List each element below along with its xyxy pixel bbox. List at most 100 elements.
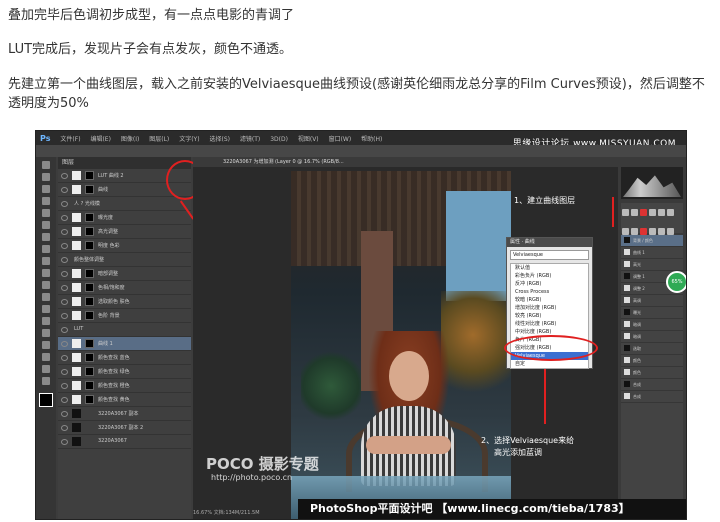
visibility-eye-icon[interactable] xyxy=(61,313,68,319)
layer-row[interactable]: 明度 色彩 xyxy=(58,239,191,253)
menu-select[interactable]: 选择(S) xyxy=(209,134,230,143)
visibility-eye-icon[interactable] xyxy=(61,299,68,305)
layer-row[interactable]: 色阶 背景 xyxy=(58,309,191,323)
visibility-eye-icon[interactable] xyxy=(61,257,68,263)
invert-icon[interactable] xyxy=(667,228,674,235)
layer-row[interactable]: 人 ? 光线模 xyxy=(58,197,191,211)
right-layer-row[interactable]: 颜色 xyxy=(621,367,683,379)
layer-mask[interactable] xyxy=(85,339,94,348)
menu-file[interactable]: 文件(F) xyxy=(60,134,80,143)
eyedropper-icon[interactable] xyxy=(42,221,50,229)
hue-icon[interactable] xyxy=(667,209,674,216)
curves-preset-item[interactable]: 彩色负片 (RGB) xyxy=(511,272,588,280)
layer-row[interactable]: 颜色查找 橙色 xyxy=(58,379,191,393)
visibility-eye-icon[interactable] xyxy=(61,271,68,277)
right-layer-row[interactable]: 高调 xyxy=(621,295,683,307)
visibility-eye-icon[interactable] xyxy=(61,397,68,403)
brush-tool-icon[interactable] xyxy=(42,245,50,253)
levels-icon[interactable] xyxy=(631,209,638,216)
balance-icon[interactable] xyxy=(622,228,629,235)
crop-tool-icon[interactable] xyxy=(42,209,50,217)
layer-row[interactable]: 3220A3067 xyxy=(58,435,191,449)
right-layer-row[interactable]: 背景 / 颜色 xyxy=(621,235,683,247)
right-layer-row[interactable]: 暗调 xyxy=(621,331,683,343)
visibility-eye-icon[interactable] xyxy=(61,229,68,235)
visibility-eye-icon[interactable] xyxy=(61,439,68,445)
curves-preset-item[interactable]: 增加对比度 (RGB) xyxy=(511,304,588,312)
vibrance-icon[interactable] xyxy=(658,209,665,216)
layer-row[interactable]: 高光调整 xyxy=(58,225,191,239)
visibility-eye-icon[interactable] xyxy=(61,425,68,431)
layer-mask[interactable] xyxy=(85,213,94,222)
bw-icon[interactable] xyxy=(631,228,638,235)
photo-filter-icon[interactable] xyxy=(640,228,647,235)
visibility-eye-icon[interactable] xyxy=(61,243,68,249)
layer-mask[interactable] xyxy=(85,367,94,376)
visibility-eye-icon[interactable] xyxy=(61,369,68,375)
layer-mask[interactable] xyxy=(85,171,94,180)
gradient-tool-icon[interactable] xyxy=(42,293,50,301)
layer-mask[interactable] xyxy=(85,381,94,390)
shape-tool-icon[interactable] xyxy=(42,353,50,361)
curves-preset-item[interactable]: 自定 xyxy=(511,360,588,368)
right-layer-row[interactable]: 曝光 xyxy=(621,307,683,319)
menu-window[interactable]: 窗口(W) xyxy=(329,134,352,143)
dodge-tool-icon[interactable] xyxy=(42,305,50,313)
right-layer-row[interactable]: 高光 xyxy=(621,259,683,271)
layer-row[interactable]: 颜色查找 蓝色 xyxy=(58,351,191,365)
visibility-eye-icon[interactable] xyxy=(61,215,68,221)
eraser-tool-icon[interactable] xyxy=(42,281,50,289)
layer-row[interactable]: 3220A3067 副本 xyxy=(58,407,191,421)
menu-help[interactable]: 帮助(H) xyxy=(361,134,382,143)
visibility-eye-icon[interactable] xyxy=(61,187,68,193)
type-tool-icon[interactable] xyxy=(42,329,50,337)
right-layer-row[interactable]: 选取 xyxy=(621,343,683,355)
layer-mask[interactable] xyxy=(85,269,94,278)
layer-row[interactable]: 3220A3067 副本 2 xyxy=(58,421,191,435)
document-tab[interactable]: 3220A3067 为增加测 (Layer 0 @ 16.7% (RGB/8..… xyxy=(193,157,618,167)
layer-mask[interactable] xyxy=(85,283,94,292)
curves-preset-item[interactable]: 默认值 xyxy=(511,264,588,272)
menu-image[interactable]: 图像(I) xyxy=(121,134,139,143)
lookup-icon[interactable] xyxy=(658,228,665,235)
menu-type[interactable]: 文字(Y) xyxy=(179,134,199,143)
curves-icon[interactable] xyxy=(640,209,647,216)
layer-mask[interactable] xyxy=(85,227,94,236)
curves-preset-item[interactable]: 较亮 (RGB) xyxy=(511,312,588,320)
visibility-eye-icon[interactable] xyxy=(61,173,68,179)
curves-preset-item[interactable]: Cross Process xyxy=(511,288,588,296)
move-tool-icon[interactable] xyxy=(42,161,50,169)
menu-edit[interactable]: 编辑(E) xyxy=(90,134,110,143)
menu-view[interactable]: 视图(V) xyxy=(298,134,319,143)
history-brush-icon[interactable] xyxy=(42,269,50,277)
layer-mask[interactable] xyxy=(85,311,94,320)
visibility-eye-icon[interactable] xyxy=(61,383,68,389)
visibility-eye-icon[interactable] xyxy=(61,341,68,347)
right-layer-row[interactable]: 暗调 xyxy=(621,319,683,331)
layer-row[interactable]: 选取颜色 肤色 xyxy=(58,295,191,309)
menu-filter[interactable]: 滤镜(T) xyxy=(240,134,260,143)
zoom-tool-icon[interactable] xyxy=(42,377,50,385)
quick-select-icon[interactable] xyxy=(42,197,50,205)
visibility-eye-icon[interactable] xyxy=(61,355,68,361)
healing-brush-icon[interactable] xyxy=(42,233,50,241)
curves-preset-item[interactable]: 较暗 (RGB) xyxy=(511,296,588,304)
curves-preset-item[interactable]: 线性对比度 (RGB) xyxy=(511,320,588,328)
right-layer-row[interactable]: 合成 xyxy=(621,391,683,403)
layer-row[interactable]: 颜色查找 绿色 xyxy=(58,365,191,379)
visibility-eye-icon[interactable] xyxy=(61,411,68,417)
visibility-eye-icon[interactable] xyxy=(61,327,68,333)
right-layer-row[interactable]: 颜色 xyxy=(621,355,683,367)
color-swatch-icon[interactable] xyxy=(39,393,53,407)
stamp-tool-icon[interactable] xyxy=(42,257,50,265)
right-layer-row[interactable]: 合成 xyxy=(621,379,683,391)
layer-mask[interactable] xyxy=(85,353,94,362)
menu-layer[interactable]: 图层(L) xyxy=(149,134,169,143)
pen-tool-icon[interactable] xyxy=(42,317,50,325)
curves-preset-item[interactable]: 反冲 (RGB) xyxy=(511,280,588,288)
mixer-icon[interactable] xyxy=(649,228,656,235)
curves-preset-select[interactable]: Velviaesque xyxy=(510,250,589,260)
brightness-icon[interactable] xyxy=(622,209,629,216)
layer-mask[interactable] xyxy=(85,185,94,194)
layer-mask[interactable] xyxy=(85,241,94,250)
